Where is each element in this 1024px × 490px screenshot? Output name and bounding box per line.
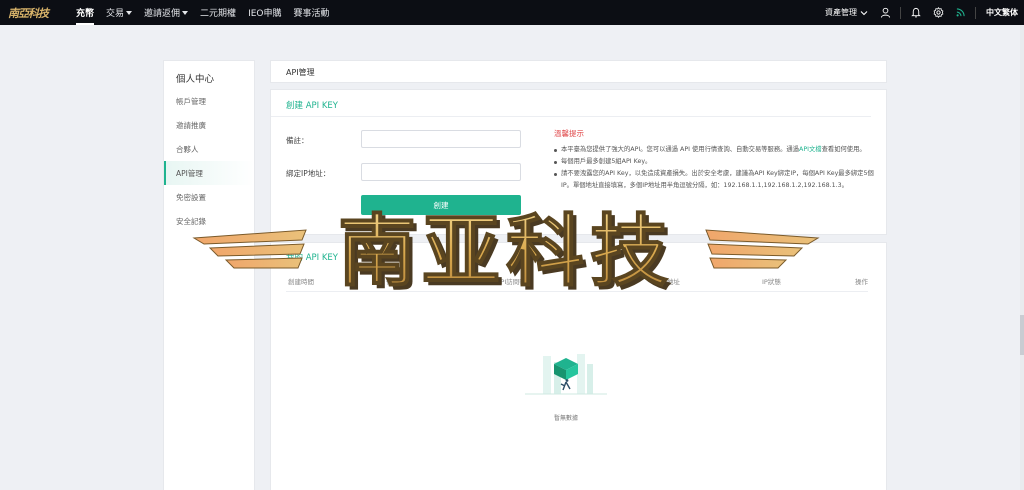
personal-center-sidebar: 個人中心 帳戶管理 邀請推廣 合夥人 API管理 免密設置 安全記錄: [163, 60, 255, 490]
sidebar-item-label: API管理: [176, 168, 203, 178]
bullet-icon: [554, 148, 557, 152]
column-header: 操作: [855, 278, 868, 286]
header-divider: [975, 6, 976, 19]
tip-text: 本平臺為您提供了強大的API。您可以通過 API 使用行情查詢、自動交易等服務。…: [561, 146, 800, 153]
caret-down-icon: [126, 10, 133, 15]
main-nav: 充幣 交易 邀請返佣 二元期權 IEO申購 賽事活動: [76, 0, 342, 25]
nav-item-label: 交易: [106, 9, 125, 19]
caret-down-icon: [182, 10, 189, 15]
sidebar-item-partner[interactable]: 合夥人: [164, 137, 254, 161]
page-title: API管理: [286, 68, 315, 77]
user-icon[interactable]: [874, 0, 896, 25]
tip-text: 請不要洩露您的API Key，以免造成資產損失。出於安全考慮，建議為API Ke…: [561, 170, 874, 189]
page-scrollbar[interactable]: [1020, 25, 1024, 490]
sidebar-title: 個人中心: [176, 74, 215, 85]
rss-icon[interactable]: [949, 0, 971, 25]
nav-item-ieo[interactable]: IEO申購: [248, 0, 281, 25]
tip-item: 每個用戶最多創建5組API Key。: [554, 156, 874, 168]
nav-item-label: 二元期權: [200, 9, 237, 19]
remark-input[interactable]: [361, 130, 521, 148]
chevron-down-icon: [860, 10, 868, 15]
api-docs-link[interactable]: API文檔: [799, 146, 822, 153]
page-title-panel: API管理: [270, 60, 887, 83]
column-header: API訪問密鑰: [496, 278, 533, 286]
nav-item-trade[interactable]: 交易: [106, 0, 133, 25]
nav-item-label: 充幣: [76, 9, 95, 19]
sidebar-item-label: 邀請推廣: [176, 120, 206, 130]
bell-icon[interactable]: [905, 0, 927, 25]
tip-item: 請不要洩露您的API Key，以免造成資產損失。出於安全考慮，建議為API Ke…: [554, 168, 874, 192]
top-navbar: 南亞科技 充幣 交易 邀請返佣 二元期權 IEO申購 賽事活動 資產管理 中文繁…: [0, 0, 1024, 25]
sidebar-item-label: 安全記錄: [176, 216, 206, 226]
nav-item-label: 賽事活動: [293, 9, 330, 19]
sidebar-item-label: 合夥人: [176, 144, 199, 154]
column-header: IP地址: [661, 278, 680, 286]
create-button[interactable]: 創建: [361, 195, 521, 215]
nav-item-label: 邀請返佣: [144, 9, 181, 19]
sidebar-item-label: 免密設置: [176, 192, 206, 202]
sidebar-item-invite[interactable]: 邀請推廣: [164, 113, 254, 137]
column-header: 備註: [386, 278, 399, 286]
api-key-list-title: 我的 API KEY: [286, 253, 338, 263]
tip-item: 本平臺為您提供了強大的API。您可以通過 API 使用行情查詢、自動交易等服務。…: [554, 144, 874, 156]
nav-item-label: IEO申購: [248, 9, 282, 19]
header-divider: [900, 6, 901, 19]
sidebar-item-security-log[interactable]: 安全記錄: [164, 209, 254, 233]
sidebar-item-password-free[interactable]: 免密設置: [164, 185, 254, 209]
empty-state-text: 暫無數據: [553, 415, 578, 422]
nav-item-events[interactable]: 賽事活動: [294, 0, 330, 25]
tips-box: 溫馨提示 本平臺為您提供了強大的API。您可以通過 API 使用行情查詢、自動交…: [554, 128, 874, 192]
header-right: 資產管理 中文繁体: [825, 0, 1024, 25]
table-header: 創建時間 備註 API訪問密鑰 IP地址 IP狀態 操作: [286, 274, 868, 292]
tip-text: 每個用戶最多創建5組API Key。: [561, 158, 652, 165]
sidebar-item-account[interactable]: 帳戶管理: [164, 89, 254, 113]
tip-text: 查看如何使用。: [821, 146, 866, 153]
remark-label: 備註：: [286, 136, 309, 145]
create-api-key-panel: 創建 API KEY 備註： 綁定IP地址： 創建 溫馨提示 本平臺為您提供了強…: [270, 89, 887, 235]
sidebar-item-label: 帳戶管理: [176, 96, 206, 106]
settings-icon[interactable]: [927, 0, 949, 25]
language-selector[interactable]: 中文繁体: [986, 7, 1018, 18]
asset-management-label: 資產管理: [825, 8, 857, 17]
bullet-icon: [554, 160, 557, 164]
nav-item-referral[interactable]: 邀請返佣: [144, 0, 189, 25]
sidebar-item-api[interactable]: API管理: [164, 161, 254, 185]
column-header: 創建時間: [288, 278, 314, 286]
api-key-list-panel: 我的 API KEY 創建時間 備註 API訪問密鑰 IP地址 IP狀態 操作 …: [270, 242, 887, 490]
nav-item-deposit[interactable]: 充幣: [76, 0, 95, 25]
column-header: IP狀態: [762, 278, 781, 286]
tips-title: 溫馨提示: [554, 129, 584, 138]
ip-address-input[interactable]: [361, 163, 521, 181]
scrollbar-thumb[interactable]: [1020, 315, 1024, 355]
create-api-key-title: 創建 API KEY: [271, 90, 871, 117]
asset-management-menu[interactable]: 資產管理: [825, 7, 868, 18]
ip-address-label: 綁定IP地址：: [286, 169, 331, 178]
nav-item-binary-options[interactable]: 二元期權: [200, 0, 236, 25]
logo-text: 南亞科技: [8, 6, 49, 20]
bullet-icon: [554, 172, 557, 176]
language-label: 中文繁体: [986, 8, 1018, 17]
site-logo[interactable]: 南亞科技: [0, 0, 62, 25]
